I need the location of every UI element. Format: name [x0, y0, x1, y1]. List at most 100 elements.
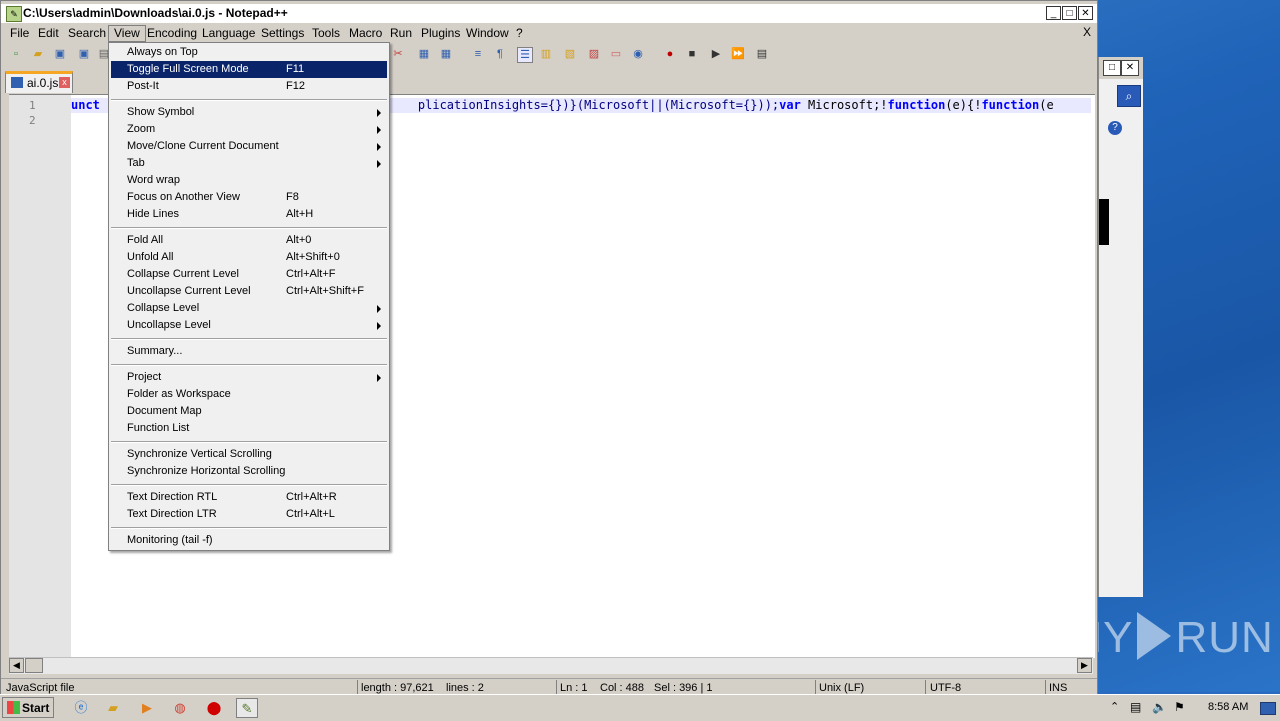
wrap-icon[interactable]: ≡ — [471, 47, 485, 61]
zoom-out-icon[interactable]: ▦ — [439, 47, 453, 61]
save-icon[interactable]: ▣ — [53, 47, 67, 61]
opera-icon[interactable]: ⬤ — [203, 698, 225, 718]
menu-plugins[interactable]: Plugins — [416, 25, 465, 42]
menu-item-unfold-all[interactable]: Unfold All Alt+Shift+0 — [111, 249, 387, 266]
line-number-gutter: 1 2 — [9, 95, 71, 658]
notepadpp-app-icon: ✎ — [6, 6, 22, 22]
menu-item-zoom[interactable]: Zoom — [111, 121, 387, 138]
menu-item-toggle-full-screen-mode[interactable]: Toggle Full Screen Mode F11 — [111, 61, 387, 78]
chrome-icon[interactable]: ◍ — [169, 698, 191, 718]
view-menu-dropdown: Always on Top Toggle Full Screen Mode F11 P… — [108, 42, 390, 551]
tab-ai-0-js[interactable]: ai.0.js x — [5, 71, 73, 93]
open-file-icon[interactable]: ▰ — [31, 47, 45, 61]
menu-item-label: Show Symbol — [127, 106, 195, 118]
menu-edit[interactable]: Edit — [33, 25, 64, 42]
show-all-chars-icon[interactable]: ¶ — [493, 47, 507, 61]
menu-item-synchronize-vertical-scrolling[interactable]: Synchronize Vertical Scrolling — [111, 446, 387, 463]
menu-item-shortcut: Ctrl+Alt+F — [286, 268, 336, 280]
menu-item-tab[interactable]: Tab — [111, 155, 387, 172]
search-icon[interactable]: ⌕ — [1117, 85, 1141, 107]
status-lines: lines : 2 — [446, 682, 484, 694]
save-all-icon[interactable]: ▣ — [77, 47, 91, 61]
submenu-arrow-icon — [377, 305, 381, 313]
show-hidden-icons-icon[interactable]: ⌃ — [1110, 700, 1119, 713]
menu-help[interactable]: ? — [511, 25, 528, 42]
menu-file[interactable]: File — [5, 25, 34, 42]
menu-item-hide-lines[interactable]: Hide Lines Alt+H — [111, 206, 387, 223]
folder-workspace-icon[interactable]: ▨ — [587, 47, 601, 61]
menu-item-collapse-level[interactable]: Collapse Level — [111, 300, 387, 317]
menu-item-label: Project — [127, 371, 162, 383]
submenu-arrow-icon — [377, 143, 381, 151]
record-macro-icon[interactable]: ● — [663, 47, 677, 61]
menu-item-document-map[interactable]: Document Map — [111, 403, 387, 420]
menu-language[interactable]: Language — [197, 25, 260, 42]
close-button[interactable]: ✕ — [1078, 6, 1093, 20]
help-icon[interactable]: ? — [1108, 121, 1122, 135]
line-number: 2 — [29, 114, 36, 127]
menu-item-collapse-current-level[interactable]: Collapse Current Level Ctrl+Alt+F — [111, 266, 387, 283]
menu-encoding[interactable]: Encoding — [142, 25, 202, 42]
start-button[interactable]: Start — [2, 697, 54, 718]
volume-icon[interactable]: 🔈 — [1152, 700, 1167, 714]
menu-item-synchronize-horizontal-scrolling[interactable]: Synchronize Horizontal Scrolling — [111, 463, 387, 480]
stop-macro-icon[interactable]: ■ — [685, 47, 699, 61]
eye-icon[interactable]: ◉ — [631, 47, 645, 61]
show-desktop-icon[interactable] — [1260, 702, 1276, 715]
menu-view[interactable]: View — [108, 25, 146, 42]
media-player-icon[interactable]: ▶ — [136, 698, 158, 718]
close-icon[interactable]: ✕ — [1121, 60, 1139, 76]
menu-search[interactable]: Search — [63, 25, 111, 42]
menubar: File Edit Search View Encoding Language … — [1, 24, 1097, 43]
menu-item-uncollapse-level[interactable]: Uncollapse Level — [111, 317, 387, 334]
network-icon[interactable]: ▤ — [1130, 700, 1141, 714]
submenu-arrow-icon — [377, 126, 381, 134]
monitoring-icon[interactable]: ▭ — [609, 47, 623, 61]
menu-item-fold-all[interactable]: Fold All Alt+0 — [111, 232, 387, 249]
menu-item-function-list[interactable]: Function List — [111, 420, 387, 437]
close-document-button[interactable]: X — [1083, 25, 1091, 39]
menu-item-project[interactable]: Project — [111, 369, 387, 386]
scroll-thumb[interactable] — [25, 658, 43, 673]
doc-map-icon[interactable]: ▥ — [539, 47, 553, 61]
scroll-right-icon[interactable]: ▶ — [1077, 658, 1092, 673]
menu-item-move-clone-current-document[interactable]: Move/Clone Current Document — [111, 138, 387, 155]
menu-item-folder-as-workspace[interactable]: Folder as Workspace — [111, 386, 387, 403]
system-tray: ⌃ ▤ 🔈 ⚑ — [1108, 698, 1278, 718]
sync-icon[interactable]: ✂ — [391, 47, 405, 61]
background-window: □ ✕ ⌕ ? — [1098, 57, 1143, 597]
menu-item-show-symbol[interactable]: Show Symbol — [111, 104, 387, 121]
zoom-in-icon[interactable]: ▦ — [417, 47, 431, 61]
file-explorer-icon[interactable]: ▰ — [102, 698, 124, 718]
tab-close-icon[interactable]: x — [59, 77, 70, 88]
new-file-icon[interactable]: ▫ — [9, 47, 23, 61]
action-center-flag-icon[interactable]: ⚑ — [1174, 700, 1185, 714]
menu-item-uncollapse-current-level[interactable]: Uncollapse Current Level Ctrl+Alt+Shift+F — [111, 283, 387, 300]
save-macro-icon[interactable]: ▤ — [755, 47, 769, 61]
menu-item-focus-on-another-view[interactable]: Focus on Another View F8 — [111, 189, 387, 206]
horizontal-scrollbar[interactable]: ◀ ▶ — [9, 657, 1093, 674]
menu-item-always-on-top[interactable]: Always on Top — [111, 44, 387, 61]
notepadpp-taskbar-icon[interactable]: ✎ — [236, 698, 258, 718]
function-list-icon[interactable]: ▧ — [563, 47, 577, 61]
menu-macro[interactable]: Macro — [344, 25, 387, 42]
scroll-left-icon[interactable]: ◀ — [9, 658, 24, 673]
menu-run[interactable]: Run — [385, 25, 417, 42]
menu-item-word-wrap[interactable]: Word wrap — [111, 172, 387, 189]
menu-item-summary[interactable]: Summary... — [111, 343, 387, 360]
internet-explorer-icon[interactable]: ⓔ — [70, 698, 92, 718]
menu-settings[interactable]: Settings — [256, 25, 309, 42]
indent-guide-icon[interactable]: ☰ — [517, 47, 533, 63]
menu-tools[interactable]: Tools — [307, 25, 345, 42]
menu-window[interactable]: Window — [461, 25, 514, 42]
run-macro-multiple-icon[interactable]: ⏩ — [731, 47, 745, 61]
menu-item-text-direction-ltr[interactable]: Text Direction LTR Ctrl+Alt+L — [111, 506, 387, 523]
maximize-icon[interactable]: □ — [1103, 60, 1121, 76]
maximize-button[interactable]: □ — [1062, 6, 1077, 20]
menu-item-monitoring-tail-f[interactable]: Monitoring (tail -f) — [111, 532, 387, 549]
play-macro-icon[interactable]: ▶ — [709, 47, 723, 61]
menu-item-post-it[interactable]: Post-It F12 — [111, 78, 387, 95]
menu-item-shortcut: F12 — [286, 80, 305, 92]
menu-item-text-direction-rtl[interactable]: Text Direction RTL Ctrl+Alt+R — [111, 489, 387, 506]
minimize-button[interactable]: _ — [1046, 6, 1061, 20]
